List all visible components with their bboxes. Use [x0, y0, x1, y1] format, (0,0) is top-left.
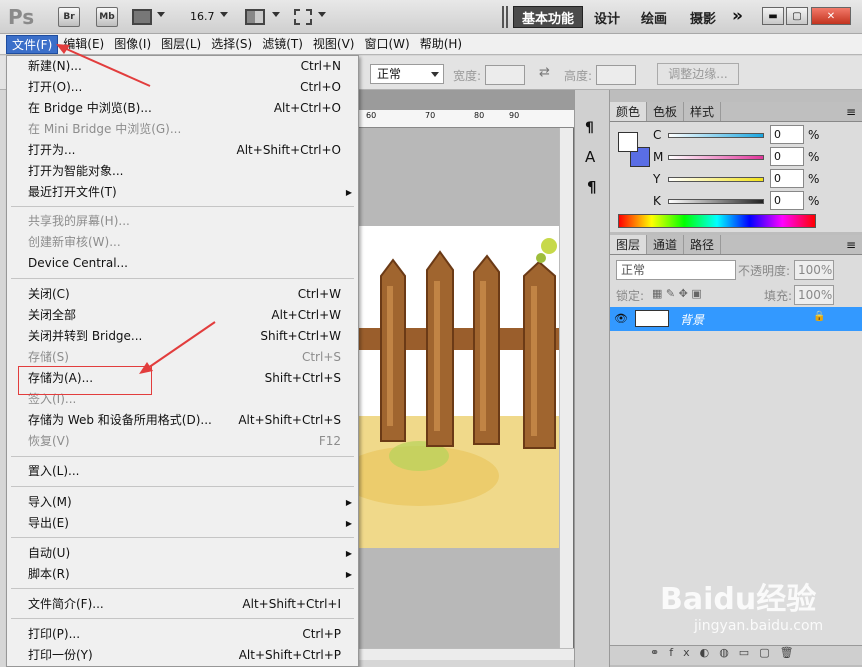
arrow-to-file-menu — [61, 46, 151, 87]
watermark-brand: Baidu经验 — [660, 582, 817, 617]
annotation-arrows — [56, 44, 216, 374]
baidu-watermark: Baidu经验 jingyan.baidu.com — [660, 574, 860, 654]
arrow-to-save-as — [144, 321, 216, 371]
watermark-url: jingyan.baidu.com — [694, 618, 824, 634]
arrowhead — [139, 362, 153, 374]
